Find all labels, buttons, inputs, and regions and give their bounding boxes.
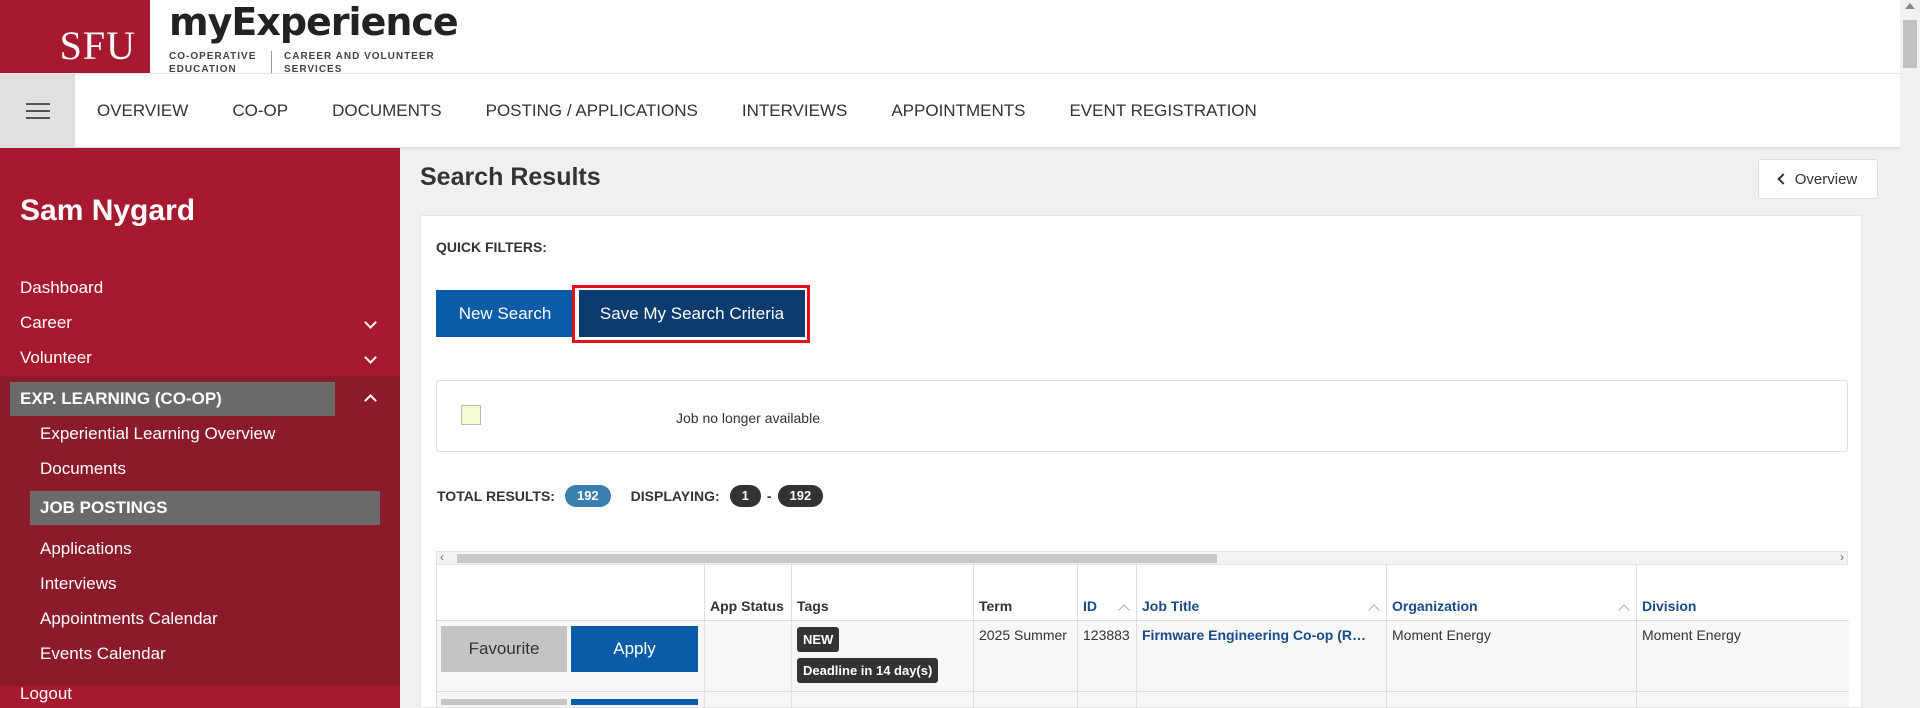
cell-division: Moment Energy (1636, 620, 1849, 692)
page-scroll-thumb[interactable] (1903, 20, 1917, 68)
table-horizontal-scrollbar[interactable]: ‹ › (436, 550, 1848, 565)
col-actions (436, 564, 705, 621)
legend-text: Job no longer available (676, 410, 820, 426)
displaying-to-badge: 192 (777, 485, 824, 507)
col-app-status: App Status (704, 564, 792, 621)
nav-interviews[interactable]: INTERVIEWS (720, 74, 869, 148)
top-nav: OVERVIEW CO-OP DOCUMENTS POSTING / APPLI… (0, 73, 1900, 148)
table-scroll-thumb[interactable] (457, 554, 1217, 563)
user-name: Sam Nygard (20, 194, 196, 227)
sidebar-item-events-calendar[interactable]: Events Calendar (40, 644, 166, 664)
col-term: Term (973, 564, 1078, 621)
legend-swatch (461, 405, 481, 425)
top-nav-list: OVERVIEW CO-OP DOCUMENTS POSTING / APPLI… (75, 74, 1279, 148)
col-division[interactable]: Division (1636, 564, 1849, 621)
save-search-criteria-button[interactable]: Save My Search Criteria (579, 290, 805, 337)
tag-deadline-badge: Deadline in 14 day(s) (797, 657, 939, 683)
nav-posting-applications[interactable]: POSTING / APPLICATIONS (464, 74, 720, 148)
nav-event-registration[interactable]: EVENT REGISTRATION (1047, 74, 1278, 148)
sfu-logo-text: SFU (59, 23, 136, 68)
col-division-label: Division (1642, 597, 1697, 614)
cell-term: 2025 Summer (973, 620, 1078, 692)
displaying-label: DISPLAYING: (630, 488, 720, 504)
nav-documents[interactable]: DOCUMENTS (310, 74, 464, 148)
sidebar: Sam Nygard Dashboard Career Volunteer EX… (0, 148, 400, 708)
quick-filters-label: QUICK FILTERS: (436, 239, 547, 255)
cell-organization: Moment Energy (1386, 620, 1637, 692)
sort-icon[interactable] (1368, 603, 1380, 616)
col-organization-label: Organization (1392, 597, 1478, 614)
scroll-left-icon[interactable]: ‹ (440, 550, 444, 564)
sidebar-item-exp-learning-overview[interactable]: Experiential Learning Overview (40, 424, 275, 444)
col-tags: Tags (791, 564, 974, 621)
brand-title[interactable]: myExperience (169, 0, 459, 44)
sidebar-item-dashboard[interactable]: Dashboard (20, 278, 103, 298)
sidebar-item-appointments-calendar[interactable]: Appointments Calendar (40, 609, 218, 629)
career-chevron-down-icon[interactable] (364, 316, 377, 329)
col-id[interactable]: ID (1077, 564, 1137, 621)
col-id-label: ID (1083, 597, 1097, 614)
table-row (436, 691, 1849, 707)
displaying-from-badge: 1 (729, 485, 761, 507)
overview-button-label: Overview (1794, 170, 1858, 188)
page-vertical-scrollbar[interactable] (1900, 0, 1920, 708)
sfu-logo[interactable]: SFU (0, 0, 150, 73)
legend-box: Job no longer available (436, 380, 1848, 452)
page-title: Search Results (420, 163, 601, 191)
results-table: App Status Tags Term ID Job Title Organi… (436, 564, 1849, 707)
chevron-left-icon (1777, 173, 1789, 185)
scroll-right-icon[interactable]: › (1840, 550, 1844, 564)
menu-toggle-button[interactable] (0, 74, 75, 148)
sidebar-section-coop (0, 376, 400, 686)
apply-button[interactable] (571, 698, 698, 705)
results-summary: TOTAL RESULTS: 192 DISPLAYING: 1 - 192 (437, 485, 824, 507)
sort-icon[interactable] (1118, 603, 1130, 616)
overview-back-button[interactable]: Overview (1758, 159, 1878, 199)
table-row: Favourite Apply NEW Deadline in 14 day(s)… (436, 620, 1849, 692)
col-job-title[interactable]: Job Title (1136, 564, 1387, 621)
table-header-row: App Status Tags Term ID Job Title Organi… (436, 564, 1849, 621)
brand-divider (271, 51, 272, 73)
cell-job-title-link[interactable]: Firmware Engineering Co-op (R… (1136, 620, 1387, 692)
sidebar-section-head-coop[interactable]: EXP. LEARNING (CO-OP) (10, 382, 335, 416)
cell-app-status (704, 620, 792, 692)
total-results-badge: 192 (564, 485, 611, 507)
col-organization[interactable]: Organization (1386, 564, 1637, 621)
sidebar-item-logout[interactable]: Logout (20, 684, 72, 704)
favourite-button[interactable] (441, 698, 567, 705)
nav-appointments[interactable]: APPOINTMENTS (869, 74, 1047, 148)
nav-overview[interactable]: OVERVIEW (75, 74, 210, 148)
cell-id: 123883 (1077, 620, 1137, 692)
apply-button[interactable]: Apply (571, 625, 698, 672)
col-job-title-label: Job Title (1142, 597, 1200, 614)
total-results-label: TOTAL RESULTS: (437, 488, 555, 504)
nav-coop[interactable]: CO-OP (210, 74, 310, 148)
sidebar-item-job-postings[interactable]: JOB POSTINGS (30, 491, 380, 525)
header: SFU myExperience CO-OPERATIVE EDUCATION … (0, 0, 1900, 75)
search-results-panel: QUICK FILTERS: New Search Save My Search… (420, 215, 1862, 708)
volunteer-chevron-down-icon[interactable] (364, 351, 377, 364)
tag-new-badge: NEW (797, 626, 840, 652)
sidebar-item-career[interactable]: Career (20, 313, 72, 333)
new-search-button[interactable]: New Search (436, 290, 574, 337)
sidebar-item-volunteer[interactable]: Volunteer (20, 348, 92, 368)
scroll-up-icon[interactable] (1905, 3, 1915, 9)
sort-icon[interactable] (1618, 603, 1630, 616)
sidebar-item-documents[interactable]: Documents (40, 459, 126, 479)
sidebar-item-interviews[interactable]: Interviews (40, 574, 117, 594)
favourite-button[interactable]: Favourite (441, 625, 567, 672)
hamburger-icon (25, 110, 50, 112)
sidebar-item-applications[interactable]: Applications (40, 539, 132, 559)
